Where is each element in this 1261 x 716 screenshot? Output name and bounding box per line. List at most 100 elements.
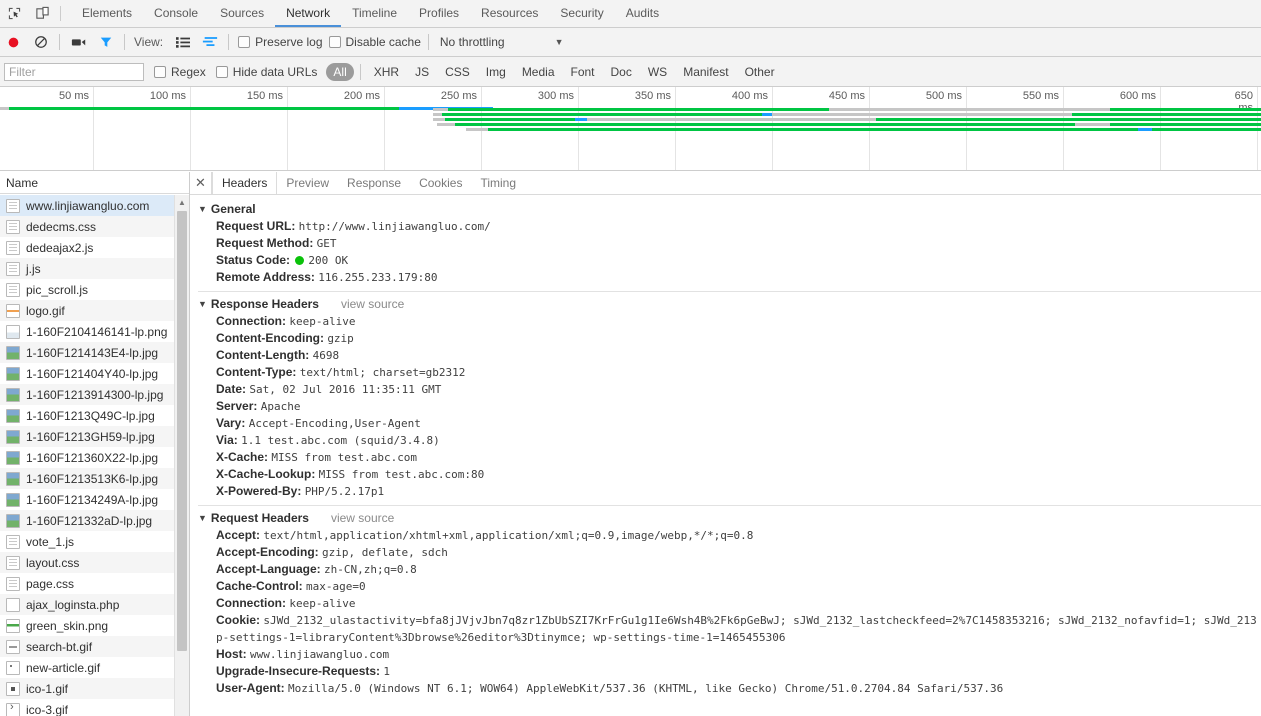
filter-type-manifest[interactable]: Manifest (676, 63, 735, 81)
section-collapse-icon[interactable]: ▼ (198, 299, 207, 309)
request-row[interactable]: 1-160F1213513K6-lp.jpg (0, 468, 189, 489)
filter-type-js[interactable]: JS (408, 63, 436, 81)
request-row[interactable]: 1-160F121332aD-lp.jpg (0, 510, 189, 531)
filter-type-other[interactable]: Other (738, 63, 782, 81)
filter-type-media[interactable]: Media (515, 63, 562, 81)
header-row: Status Code: 200 OK (190, 252, 1261, 269)
toolbar-divider (59, 34, 60, 50)
request-row[interactable]: green_skin.png (0, 615, 189, 636)
clear-button[interactable] (27, 28, 54, 56)
file-type-doc-icon (6, 240, 20, 255)
request-row[interactable]: new-article.gif (0, 657, 189, 678)
section-collapse-icon[interactable]: ▼ (198, 204, 207, 214)
request-row[interactable]: dedeajax2.js (0, 237, 189, 258)
section-collapse-icon[interactable]: ▼ (198, 513, 207, 523)
throttling-dropdown[interactable]: No throttling ▼ (440, 35, 564, 49)
details-tab-timing[interactable]: Timing (471, 172, 525, 194)
request-row[interactable]: j.js (0, 258, 189, 279)
headers-section-title[interactable]: ▼ Request Headers view source (190, 508, 1261, 527)
header-name: Server: (216, 399, 261, 413)
request-row[interactable]: search-bt.gif (0, 636, 189, 657)
request-list-panel: Name www.linjiawangluo.com dedecms.css ded… (0, 172, 190, 716)
section-title-label: Response Headers (210, 297, 319, 311)
chevron-down-icon: ▼ (554, 37, 564, 47)
timeline-tick-label: 300 ms (537, 90, 574, 102)
view-source-link[interactable]: view source (331, 511, 394, 525)
filter-type-css[interactable]: CSS (438, 63, 477, 81)
details-tab-headers[interactable]: Headers (212, 172, 278, 194)
header-name: Request URL: (216, 219, 299, 233)
header-row: Cache-Control: max-age=0 (190, 578, 1261, 595)
request-name-label: j.js (26, 261, 41, 276)
request-row[interactable]: vote_1.js (0, 531, 189, 552)
tab-resources[interactable]: Resources (470, 0, 549, 27)
tab-elements[interactable]: Elements (71, 0, 143, 27)
section-divider (198, 505, 1261, 506)
file-type-doc-icon (6, 282, 20, 297)
request-name-label: dedeajax2.js (26, 240, 94, 255)
request-row[interactable]: 1-160F2104146141-lp.png (0, 321, 189, 342)
header-value: Accept-Encoding,User-Agent (248, 417, 421, 430)
filter-type-doc[interactable]: Doc (604, 63, 639, 81)
filter-input[interactable] (4, 62, 144, 81)
request-row[interactable]: 1-160F121404Y40-lp.jpg (0, 363, 189, 384)
disable-cache-checkbox[interactable]: Disable cache (328, 35, 421, 49)
request-row[interactable]: ajax_loginsta.php (0, 594, 189, 615)
tab-profiles[interactable]: Profiles (408, 0, 470, 27)
tab-audits[interactable]: Audits (615, 0, 670, 27)
inspect-element-icon[interactable] (0, 0, 28, 27)
regex-checkbox[interactable]: Regex (154, 65, 206, 79)
header-value: 116.255.233.179:80 (318, 271, 438, 284)
headers-section-title[interactable]: ▼ Response Headers view source (190, 294, 1261, 313)
filter-type-font[interactable]: Font (564, 63, 602, 81)
request-row[interactable]: logo.gif (0, 300, 189, 321)
details-tab-cookies[interactable]: Cookies (410, 172, 471, 194)
timeline-tick-label: 400 ms (731, 90, 768, 102)
scroll-up-arrow-icon[interactable]: ▲ (175, 195, 189, 210)
file-type-blank-icon (6, 597, 20, 612)
record-button[interactable] (0, 28, 27, 56)
request-row[interactable]: www.linjiawangluo.com (0, 195, 189, 216)
network-overview[interactable]: 50 ms 100 ms 150 ms 200 ms 250 ms 300 ms 350 m… (0, 87, 1261, 171)
tab-sources[interactable]: Sources (209, 0, 275, 27)
details-tab-preview[interactable]: Preview (277, 172, 338, 194)
request-row[interactable]: dedecms.css (0, 216, 189, 237)
request-row[interactable]: 1-160F1213914300-lp.jpg (0, 384, 189, 405)
tab-console[interactable]: Console (143, 0, 209, 27)
request-list-scrollbar[interactable]: ▲ (174, 195, 189, 716)
request-row[interactable]: page.css (0, 573, 189, 594)
tab-network[interactable]: Network (275, 0, 342, 27)
waterfall-bar-segment (1138, 128, 1152, 131)
filter-type-xhr[interactable]: XHR (367, 63, 406, 81)
filter-type-ws[interactable]: WS (641, 63, 674, 81)
request-row[interactable]: ico-3.gif (0, 699, 189, 716)
filter-type-all[interactable]: All (326, 62, 354, 81)
request-row[interactable]: 1-160F1213GH59-lp.jpg (0, 426, 189, 447)
tab-timeline[interactable]: Timeline (341, 0, 408, 27)
view-waterfall-button[interactable] (196, 28, 223, 56)
filter-type-img[interactable]: Img (479, 63, 513, 81)
request-name-label: logo.gif (26, 303, 65, 318)
request-row[interactable]: 1-160F12134249A-lp.jpg (0, 489, 189, 510)
scrollbar-thumb[interactable] (177, 211, 187, 651)
request-row[interactable]: ico-1.gif (0, 678, 189, 699)
tab-security[interactable]: Security (549, 0, 614, 27)
close-details-button[interactable]: ✕ (190, 172, 212, 194)
request-row[interactable]: layout.css (0, 552, 189, 573)
preserve-log-checkbox-box (238, 36, 251, 48)
request-row[interactable]: pic_scroll.js (0, 279, 189, 300)
device-toolbar-icon[interactable] (28, 0, 56, 27)
view-list-button[interactable] (169, 28, 196, 56)
preserve-log-checkbox[interactable]: Preserve log (238, 35, 323, 49)
request-row[interactable]: 1-160F1213Q49C-lp.jpg (0, 405, 189, 426)
file-type-green-icon (6, 618, 20, 633)
view-source-link[interactable]: view source (341, 297, 404, 311)
headers-section-title[interactable]: ▼ General (190, 199, 1261, 218)
inspect-element-icon-svg (8, 7, 20, 20)
details-tab-response[interactable]: Response (338, 172, 410, 194)
request-row[interactable]: 1-160F1214143E4-lp.jpg (0, 342, 189, 363)
hide-data-urls-checkbox[interactable]: Hide data URLs (215, 65, 317, 79)
filter-toggle-button[interactable] (92, 28, 119, 56)
capture-screenshots-button[interactable] (65, 28, 92, 56)
request-row[interactable]: 1-160F121360X22-lp.jpg (0, 447, 189, 468)
